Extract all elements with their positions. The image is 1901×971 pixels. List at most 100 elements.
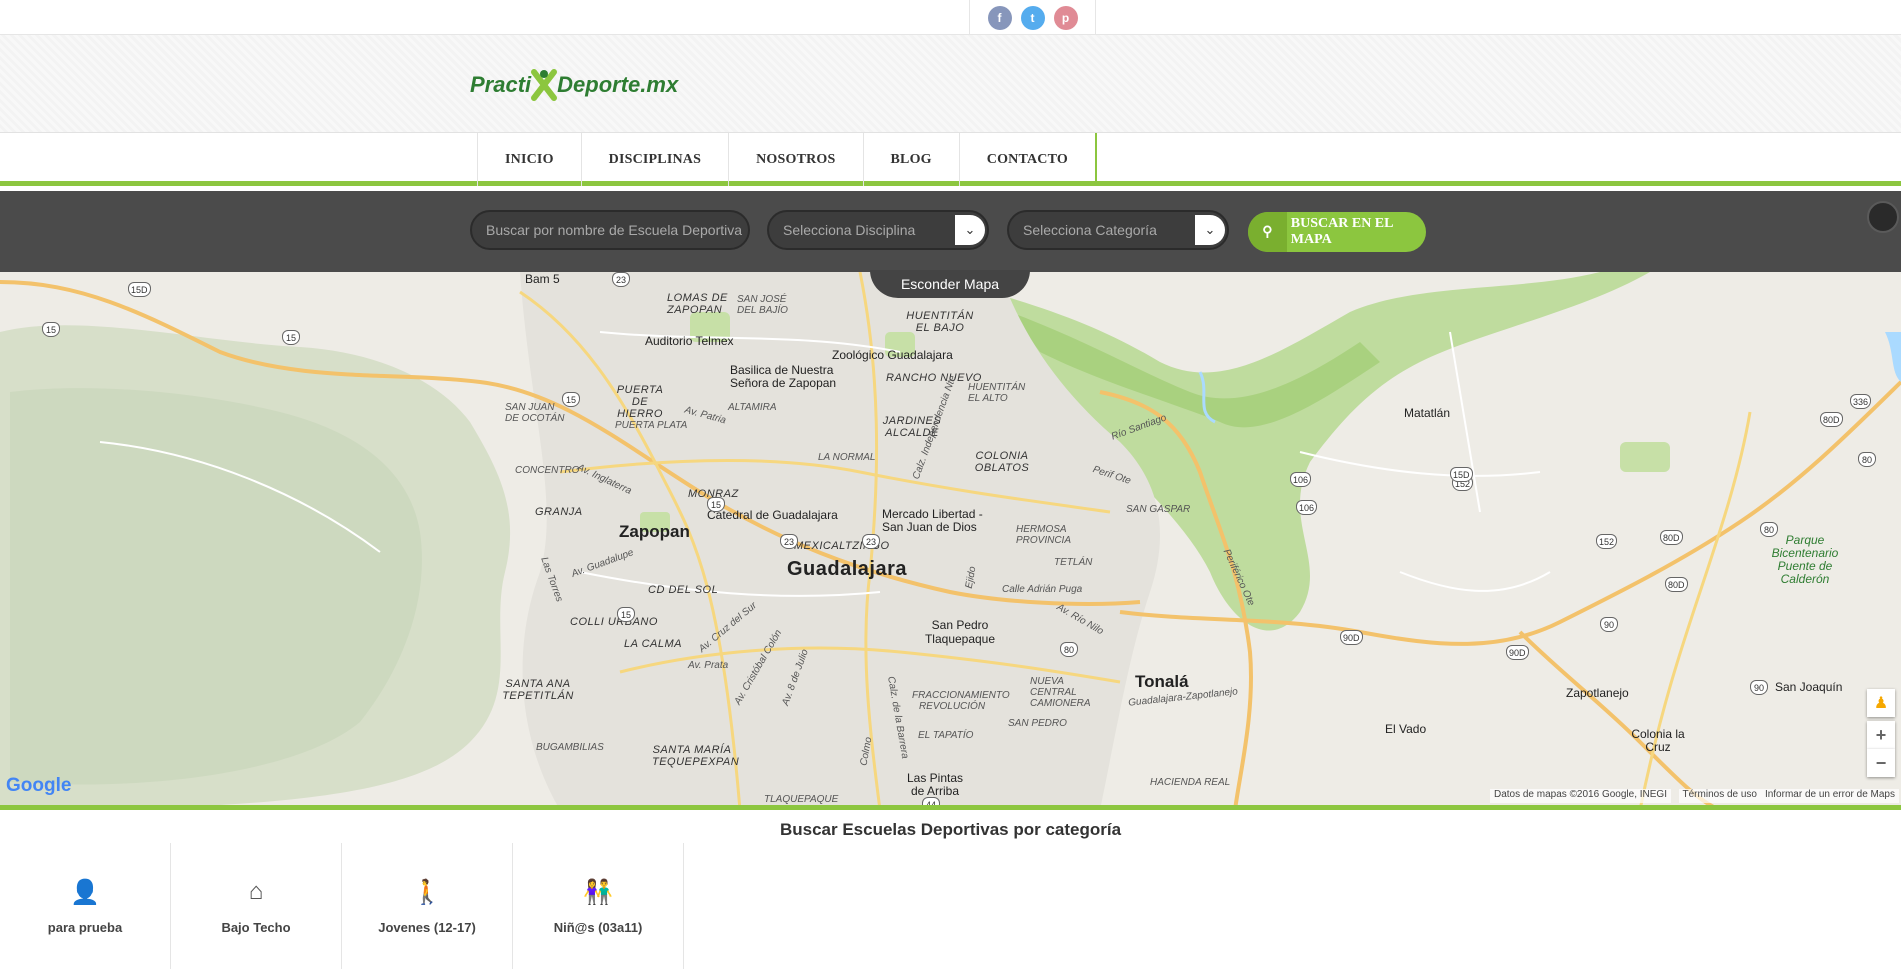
twitter-icon[interactable]: t (1020, 5, 1045, 30)
highway-shield: 106 (1290, 472, 1312, 487)
map-label: LA NORMAL (818, 452, 876, 463)
highway-shield: 15D (128, 282, 151, 297)
map-label: El Vado (1385, 722, 1427, 736)
map-label: LA CALMA (624, 638, 683, 650)
map-label: HUENTITÁN EL ALTO (968, 382, 1026, 404)
map-label: PUERTA PLATA (615, 420, 688, 431)
highway-shield: 80 (1760, 522, 1778, 537)
search-icon: ⚲ (1248, 212, 1287, 252)
map-label: CD DEL SOL (648, 584, 719, 596)
category-list: 👤 para prueba ⌂ Bajo Techo 🚶 Jovenes (12… (0, 843, 684, 969)
map-label: PUERTA DE HIERRO (616, 384, 664, 420)
highway-shield: 15 (617, 607, 635, 622)
facebook-icon[interactable]: f (987, 5, 1012, 30)
discipline-select[interactable]: Selecciona Disciplina ⌄ (767, 210, 989, 250)
highway-shield: 15 (282, 330, 300, 345)
map-label: COLONIA OBLATOS (974, 450, 1030, 474)
site-header: Practi Deporte.mx (0, 35, 1901, 133)
map-label: Catedral de Guadalajara (707, 508, 838, 522)
highway-shield: 80D (1665, 577, 1688, 592)
zoom-out-button[interactable]: − (1867, 749, 1895, 777)
map-label: Mercado Libertad - San Juan de Dios (882, 507, 983, 534)
nav-disciplinas[interactable]: DISCIPLINAS (582, 133, 730, 186)
map-label: FRACCIONAMIENTO REVOLUCIÓN (912, 690, 1010, 712)
map-label: Las Pintas de Arriba (906, 771, 964, 798)
map-label: San Joaquín (1775, 680, 1843, 694)
map-label: EL TAPATÍO (918, 730, 974, 741)
map-label: TETLÁN (1054, 557, 1093, 568)
map-label: CONCENTRO (515, 465, 580, 476)
category-label: Bajo Techo (221, 919, 291, 935)
pinterest-icon[interactable]: p (1053, 5, 1078, 30)
hide-map-toggle[interactable]: Esconder Mapa (870, 270, 1030, 298)
map-label: San Pedro Tlaquepaque (924, 618, 996, 646)
map-label: SANTA MARÍA TEQUEPEXPAN (652, 744, 740, 768)
map-label: Av. Prata (688, 660, 729, 671)
map-attribution: Datos de mapas ©2016 Google, INEGI (1489, 789, 1671, 803)
nav-contacto[interactable]: CONTACTO (960, 133, 1095, 186)
highway-shield: 80 (1858, 452, 1876, 467)
map-view[interactable]: Bam 5 LOMAS DE ZAPOPAN SAN JOSÉ DEL BAJÍ… (0, 272, 1901, 810)
street-view-pegman-icon[interactable]: ♟ (1867, 689, 1895, 717)
map-label: Parque Bicentenario Puente de Calderón (1771, 533, 1839, 586)
highway-shield: 23 (862, 534, 880, 549)
category-select-value: Selecciona Categoría (1023, 222, 1157, 238)
category-label: Jovenes (12-17) (378, 919, 476, 935)
highway-shield: 15 (707, 497, 725, 512)
zoom-in-button[interactable]: + (1867, 721, 1895, 749)
map-label: Guadalajara (787, 558, 908, 580)
school-name-search-input[interactable]: Buscar por nombre de Escuela Deportiva (470, 210, 750, 250)
category-label: Niñ@s (03a11) (553, 919, 643, 935)
map-label: HACIENDA REAL (1150, 777, 1231, 788)
logo-text-practi: Practi (470, 72, 532, 97)
highway-shield: 152 (1596, 534, 1618, 549)
map-label: SANTA ANA TEPETITLÁN (502, 678, 574, 702)
site-logo[interactable]: Practi Deporte.mx (470, 65, 678, 105)
nav-inicio[interactable]: INICIO (478, 133, 582, 186)
report-error-link[interactable]: Informar de un error de Maps (1760, 789, 1899, 803)
category-item-bajo-techo[interactable]: ⌂ Bajo Techo (171, 843, 342, 969)
search-button-label: BUSCAR EN EL MAPA (1290, 216, 1393, 247)
map-label: LOMAS DE ZAPOPAN (667, 292, 728, 316)
map-label: Matatlán (1404, 406, 1451, 420)
chevron-down-icon[interactable]: ⌄ (955, 215, 985, 245)
roof-icon: ⌂ (248, 877, 264, 905)
map-label: SAN PEDRO (1008, 718, 1067, 729)
highway-shield: 90 (1600, 617, 1618, 632)
highway-shield: 106 (1296, 500, 1318, 515)
map-label: Zapopan (619, 522, 690, 541)
map-label: NUEVA CENTRAL CAMIONERA (1030, 676, 1091, 709)
category-item-jovenes[interactable]: 🚶 Jovenes (12-17) (342, 843, 513, 969)
chevron-down-icon[interactable]: ⌄ (1195, 215, 1225, 245)
kids-icon: 👫 (583, 878, 613, 906)
search-map-button[interactable]: ⚲ BUSCAR EN EL MAPA (1248, 212, 1426, 252)
highway-shield: 15 (42, 322, 60, 337)
highway-shield: 336 (1850, 394, 1872, 409)
map-label: SAN JOSÉ DEL BAJÍO (737, 294, 788, 316)
map-label: COLLI URBANO (570, 616, 658, 628)
category-item-ninos[interactable]: 👫 Niñ@s (03a11) (513, 843, 684, 969)
map-label: Auditorio Telmex (645, 334, 734, 348)
highway-shield: 80D (1820, 412, 1843, 427)
nav-nosotros[interactable]: NOSOTROS (729, 133, 864, 186)
highway-shield: 90D (1506, 645, 1529, 660)
map-label: GRANJA (535, 506, 583, 518)
category-item-para-prueba[interactable]: 👤 para prueba (0, 843, 171, 969)
map-label: HUENTITÁN EL BAJO (906, 310, 974, 334)
teens-icon: 🚶 (412, 878, 442, 906)
map-label: SAN GASPAR (1126, 504, 1191, 515)
highway-shield: 15 (562, 392, 580, 407)
avatar[interactable] (1867, 201, 1899, 233)
highway-shield: 80 (1060, 642, 1078, 657)
highway-shield: 90 (1750, 680, 1768, 695)
category-select[interactable]: Selecciona Categoría ⌄ (1007, 210, 1229, 250)
logo-text-deporte: Deporte.mx (557, 72, 679, 97)
nav-blog[interactable]: BLOG (864, 133, 960, 186)
terms-link[interactable]: Términos de uso (1678, 789, 1761, 803)
map-label: Bam 5 (525, 272, 560, 286)
map-label: BUGAMBILIAS (536, 742, 604, 753)
highway-shield: 90D (1340, 630, 1363, 645)
highway-shield: 23 (780, 534, 798, 549)
search-placeholder: Buscar por nombre de Escuela Deportiva (486, 222, 743, 238)
map-label: Zapotlanejo (1566, 686, 1629, 700)
